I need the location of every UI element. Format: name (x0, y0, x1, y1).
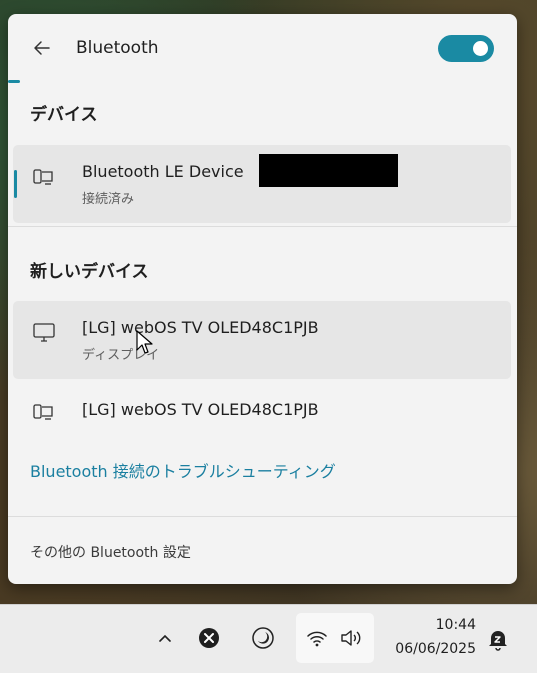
divider (8, 226, 517, 227)
bell-snooze-icon (489, 631, 507, 651)
quick-settings-button[interactable] (296, 613, 374, 663)
device-item-lg-tv[interactable]: [LG] webOS TV OLED48C1PJB (13, 384, 511, 438)
show-hidden-icons-button[interactable] (152, 625, 178, 651)
bluetooth-toggle[interactable] (438, 35, 494, 62)
close-circle-icon (199, 628, 219, 648)
device-item-lg-tv-display[interactable]: [LG] webOS TV OLED48C1PJB ディスプレイ (13, 301, 511, 379)
mouse-cursor-icon (136, 330, 153, 354)
device-name: [LG] webOS TV OLED48C1PJB (82, 318, 319, 337)
redaction-box (259, 154, 398, 187)
device-status: 接続済み (82, 192, 135, 207)
flyout-header: Bluetooth (8, 14, 517, 82)
troubleshoot-link[interactable]: Bluetooth 接続のトラブルシューティング (30, 458, 336, 482)
section-new-devices-heading: 新しいデバイス (30, 262, 149, 282)
wifi-icon (307, 631, 327, 647)
chevron-up-icon (159, 634, 171, 642)
back-button[interactable] (28, 34, 56, 62)
more-bluetooth-settings-link[interactable]: その他の Bluetooth 設定 (30, 542, 191, 562)
device-name: Bluetooth LE Device (82, 162, 244, 181)
device-name: [LG] webOS TV OLED48C1PJB (82, 400, 319, 419)
page-title: Bluetooth (76, 38, 159, 58)
section-devices-heading: デバイス (30, 105, 98, 125)
volume-icon (341, 630, 361, 646)
connected-indicator (14, 170, 17, 198)
back-arrow-icon (34, 41, 50, 55)
taskbar: 10:44 06/06/2025 (0, 604, 537, 673)
moon-circle-icon (252, 627, 274, 649)
notification-button[interactable] (484, 625, 512, 653)
divider (8, 516, 517, 517)
toggle-knob (473, 41, 488, 56)
clock-time[interactable]: 10:44 (388, 617, 476, 633)
phone-laptop-icon (33, 404, 53, 420)
tray-app-button[interactable] (196, 625, 222, 651)
clock-date[interactable]: 06/06/2025 (388, 641, 476, 657)
accent-indicator (8, 80, 20, 83)
tray-app-button[interactable] (250, 625, 276, 651)
bluetooth-flyout: Bluetooth デバイス Bluetooth LE Device 接続済み … (8, 14, 517, 584)
phone-laptop-icon (33, 169, 53, 185)
monitor-icon (33, 323, 55, 342)
